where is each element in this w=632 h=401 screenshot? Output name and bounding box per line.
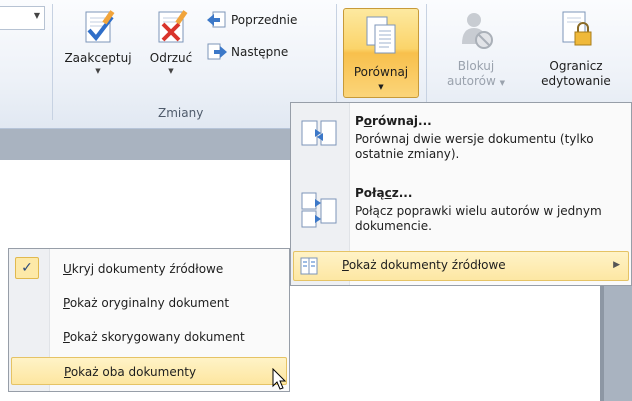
group-label-changes: Zmiany	[158, 106, 204, 120]
restrict-editing-label-1: Ogranicz	[549, 59, 603, 73]
show-original-label: Pokaż oryginalny dokument	[63, 296, 230, 310]
restrict-editing-button[interactable]: Ogranicz edytowanie	[538, 10, 614, 89]
previous-change-button[interactable]: Poprzednie	[206, 10, 297, 30]
source-documents-icon	[300, 257, 318, 275]
submenu-item-show-original[interactable]: Pokaż oryginalny dokument	[11, 289, 287, 317]
combine-title: Połącz...	[355, 186, 413, 200]
submenu-arrow-icon: ▶	[613, 260, 620, 270]
reject-label: Odrzuć	[149, 51, 193, 65]
restrict-editing-label-2: edytowanie	[541, 74, 611, 88]
style-combobox[interactable]: ▼	[0, 6, 45, 30]
previous-label: Poprzednie	[231, 13, 298, 27]
block-authors-label-1: Blokuj	[457, 59, 495, 73]
show-source-documents-label: Pokaż dokumenty źródłowe	[342, 258, 506, 272]
group-separator	[52, 4, 53, 120]
chevron-down-icon: ▼	[378, 83, 384, 91]
menu-item-combine[interactable]: Połącz... Połącz poprawki wielu autorów …	[293, 179, 629, 245]
hide-sources-label: Ukryj dokumenty źródłowe	[63, 262, 224, 276]
menu-item-show-source-documents[interactable]: Pokaż dokumenty źródłowe ▶	[293, 251, 629, 281]
previous-icon	[207, 11, 226, 28]
accept-icon	[85, 10, 115, 43]
combine-description: Połącz poprawki wielu autorów w jednym d…	[355, 204, 602, 233]
block-authors-label-2: autorów ▼	[446, 74, 506, 88]
mouse-pointer-icon	[272, 368, 287, 390]
dropdown-arrow-icon[interactable]: ▼	[34, 11, 40, 20]
compare-description: Porównaj dwie wersje dokumentu (tylko os…	[355, 132, 594, 161]
compare-label: Porównaj	[353, 65, 409, 79]
submenu-item-show-revised[interactable]: Pokaż skorygowany dokument	[11, 323, 287, 351]
block-authors-button[interactable]: Blokuj autorów ▼	[446, 10, 506, 91]
compare-title: Porównaj...	[355, 114, 432, 128]
accept-button[interactable]: Zaakceptuj ▼	[58, 8, 138, 76]
submenu-item-show-both[interactable]: Pokaż oba dokumenty	[11, 357, 287, 385]
accept-label: Zaakceptuj	[64, 51, 132, 65]
next-icon	[207, 43, 227, 60]
compare-button[interactable]: Porównaj ▼	[343, 8, 419, 98]
submenu-item-hide-sources[interactable]: ✓ Ukryj dokumenty źródłowe	[11, 255, 287, 283]
chevron-down-icon: ▼	[168, 67, 174, 75]
combine-documents-icon	[301, 192, 337, 228]
next-change-button[interactable]: Następne	[206, 42, 288, 62]
show-revised-label: Pokaż skorygowany dokument	[63, 330, 245, 344]
next-label: Następne	[231, 45, 289, 59]
source-documents-submenu: ✓ Ukryj dokumenty źródłowe Pokaż orygina…	[8, 248, 290, 392]
checkmark-icon: ✓	[15, 257, 39, 279]
chevron-down-icon: ▼	[95, 67, 101, 75]
compare-versions-icon	[301, 120, 337, 146]
block-authors-icon	[462, 13, 493, 49]
lock-document-icon	[562, 11, 592, 46]
compare-menu: Porównaj... Porównaj dwie wersje dokumen…	[290, 102, 632, 286]
menu-item-compare[interactable]: Porównaj... Porównaj dwie wersje dokumen…	[293, 107, 629, 173]
compare-icon	[366, 16, 396, 54]
reject-button[interactable]: Odrzuć ▼	[140, 8, 202, 76]
show-both-label: Pokaż oba dokumenty	[64, 365, 197, 379]
reject-icon	[158, 10, 188, 43]
